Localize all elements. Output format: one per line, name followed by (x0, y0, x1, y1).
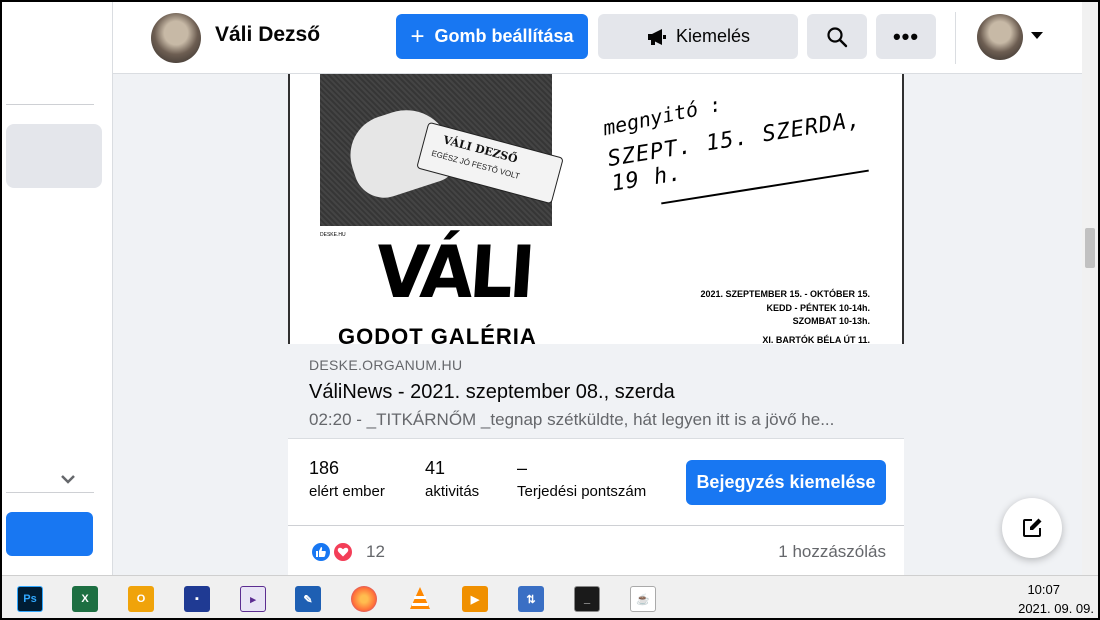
left-sidebar (2, 2, 113, 575)
page-scrollbar[interactable] (1082, 2, 1098, 575)
sidebar-divider (6, 104, 94, 105)
poster-info-address: XI. BARTÓK BÉLA ÚT 11. (762, 335, 870, 344)
poster-credit: DESKE.HU (320, 232, 346, 238)
post-image[interactable]: VÁLI DEZSŐ EGÉSZ JÓ FESTŐ VOLT DESKE.HU … (288, 74, 904, 344)
poster-title: VÁLI (373, 230, 534, 314)
media-player-icon[interactable]: ▶ (462, 586, 488, 612)
link-description: 02:20 - _TITKÁRNŐM _tegnap szétküldte, h… (309, 410, 835, 429)
search-icon (827, 26, 848, 47)
reach-value: 186 (309, 458, 340, 478)
save-icon[interactable]: ▪ (184, 586, 210, 612)
poster-info-hours: KEDD - PÉNTEK 10-14h. (766, 303, 870, 313)
poster-info-saturday: SZOMBAT 10-13h. (792, 316, 870, 326)
browser-viewport: Váli Dezső + Gomb beállítása Kiemelés ••… (2, 2, 1098, 618)
firefox-icon[interactable] (351, 586, 377, 612)
megaphone-icon (647, 28, 666, 45)
windows-taskbar: Ps X O ▪ ▸ ✎ ▶ ⇅ _ ☕ 10:07 2021. 09. 09. (2, 575, 1098, 618)
java-icon[interactable]: ☕ (630, 586, 656, 612)
engagement-value: 41 (425, 458, 446, 478)
post-card: VÁLI DEZSŐ EGÉSZ JÓ FESTŐ VOLT DESKE.HU … (288, 74, 904, 575)
distribution-value: – (517, 458, 528, 478)
clock-date[interactable]: 2021. 09. 09. (1018, 601, 1094, 616)
distribution-label: Terjedési pontszám (517, 483, 647, 500)
sidebar-menu-item[interactable] (6, 124, 102, 188)
engagement-label: aktivitás (425, 483, 480, 500)
like-icon[interactable] (310, 541, 332, 563)
link-preview[interactable]: DESKE.ORGANUM.HU VáliNews - 2021. szepte… (288, 344, 904, 439)
search-button[interactable] (807, 14, 867, 59)
boost-button-label: Kiemelés (675, 26, 751, 46)
outlook-icon[interactable]: O (128, 586, 154, 612)
terminal-icon[interactable]: _ (574, 586, 600, 612)
scrollbar-thumb[interactable] (1085, 228, 1095, 268)
profile-avatar[interactable] (977, 14, 1023, 60)
more-options-button[interactable]: ••• (876, 14, 936, 59)
page-avatar[interactable] (151, 13, 201, 63)
vlc-icon[interactable] (407, 586, 433, 612)
page-title[interactable]: Váli Dezső (215, 23, 320, 47)
poster-photo: VÁLI DEZSŐ EGÉSZ JÓ FESTŐ VOLT (320, 74, 564, 226)
ellipsis-icon: ••• (892, 23, 920, 49)
header-divider (955, 12, 956, 64)
link-domain: DESKE.ORGANUM.HU (309, 357, 463, 373)
link-title: VáliNews - 2021. szeptember 08., szerda (309, 381, 675, 403)
post-insights: 186 elért ember 41 aktivitás – Terjedési… (288, 440, 904, 526)
poster-gallery: GODOT GALÉRIA (338, 324, 537, 344)
promote-post-button[interactable]: Bejegyzés kiemelése (686, 460, 886, 505)
plus-icon: + (410, 22, 425, 50)
reactions-bar: 12 1 hozzászólás (288, 527, 904, 575)
setup-button-label: Gomb beállítása (434, 26, 574, 46)
visual-studio-icon[interactable]: ▸ (240, 586, 266, 612)
page-header: Váli Dezső + Gomb beállítása Kiemelés ••… (113, 2, 1082, 74)
love-icon[interactable] (332, 541, 354, 563)
paint-icon[interactable]: ✎ (295, 586, 321, 612)
network-icon[interactable]: ⇅ (518, 586, 544, 612)
setup-button[interactable]: + Gomb beállítása (396, 14, 588, 59)
sidebar-action-button[interactable] (6, 512, 93, 556)
comment-count[interactable]: 1 hozzászólás (778, 542, 886, 562)
boost-button[interactable]: Kiemelés (598, 14, 798, 59)
photoshop-icon[interactable]: Ps (17, 586, 43, 612)
reaction-count[interactable]: 12 (366, 542, 385, 562)
clock-time[interactable]: 10:07 (1027, 582, 1060, 597)
sidebar-divider (6, 492, 94, 493)
excel-icon[interactable]: X (72, 586, 98, 612)
reach-label: elért ember (309, 483, 385, 500)
poster-info-dates: 2021. SZEPTEMBER 15. - OKTÓBER 15. (700, 289, 870, 299)
compose-button[interactable] (1002, 498, 1062, 558)
caret-down-icon[interactable] (1031, 32, 1043, 39)
edit-icon (1023, 518, 1042, 537)
chevron-down-icon[interactable] (58, 469, 78, 489)
